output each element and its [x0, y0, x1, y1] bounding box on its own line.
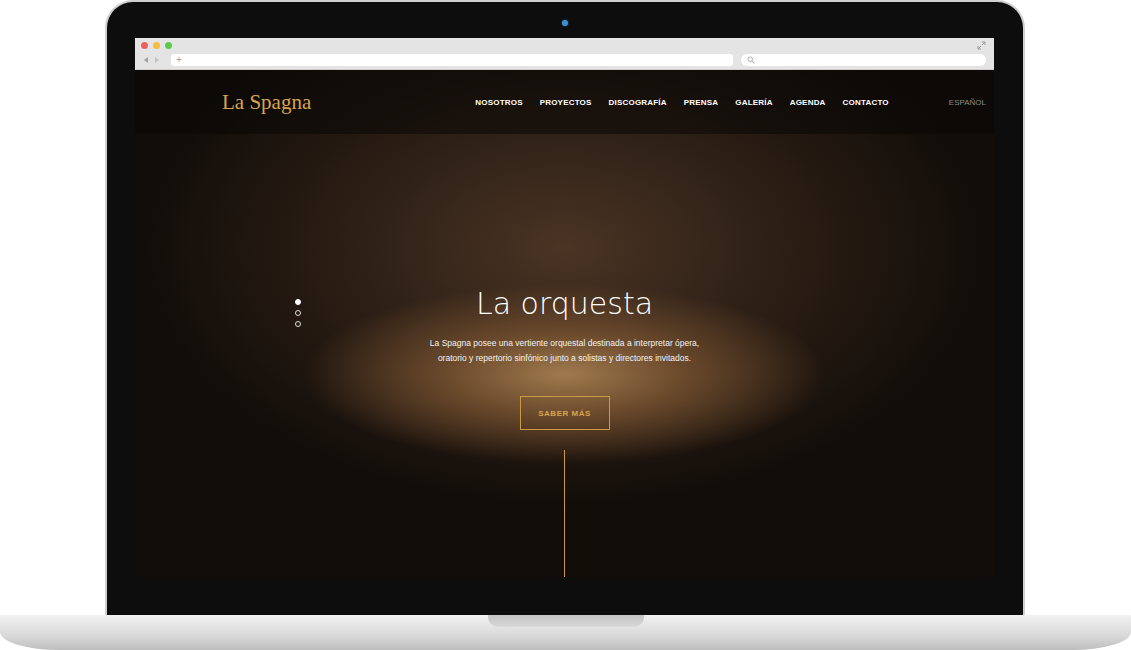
laptop-base — [0, 615, 1131, 650]
back-forward-icon[interactable] — [141, 55, 163, 65]
search-field[interactable] — [741, 54, 986, 66]
minimize-dot-icon[interactable] — [153, 42, 160, 49]
scroll-line — [564, 450, 565, 577]
nav-item[interactable]: PROYECTOS — [540, 98, 592, 107]
screen: + La Spagna NOSOTROS PROYECTOS DISCOGRAFÍA… — [135, 38, 994, 577]
hero: La orquesta La Spagna posee una vertient… — [135, 134, 994, 577]
nav-item[interactable]: GALERÍA — [735, 98, 772, 107]
nav-item[interactable]: NOSOTROS — [475, 98, 522, 107]
hero-text: La Spagna posee una vertiente orquestal … — [415, 336, 715, 366]
laptop: + La Spagna NOSOTROS PROYECTOS DISCOGRAFÍA… — [0, 0, 1131, 650]
magnifier-icon — [747, 56, 755, 64]
language-selector[interactable]: ESPAÑOL — [949, 98, 986, 107]
laptop-bezel: + La Spagna NOSOTROS PROYECTOS DISCOGRAFÍA… — [105, 0, 1025, 615]
saber-mas-button[interactable]: SABER MÁS — [520, 396, 610, 430]
slide-dot[interactable] — [295, 310, 301, 316]
camera-icon — [562, 20, 568, 26]
address-bar[interactable]: + — [171, 54, 733, 66]
logo[interactable]: La Spagna — [222, 90, 311, 115]
site-header: La Spagna NOSOTROS PROYECTOS DISCOGRAFÍA PR… — [135, 70, 994, 134]
mockup-page: + La Spagna NOSOTROS PROYECTOS DISCOGRAFÍA… — [0, 0, 1131, 650]
nav-item[interactable]: CONTACTO — [843, 98, 889, 107]
nav-item[interactable]: PRENSA — [684, 98, 719, 107]
slide-dot[interactable] — [295, 299, 301, 305]
laptop-notch — [488, 615, 644, 627]
nav-item[interactable]: DISCOGRAFÍA — [609, 98, 667, 107]
main-nav: NOSOTROS PROYECTOS DISCOGRAFÍA PRENSA GALERÍ… — [475, 98, 889, 107]
new-tab-button[interactable]: + — [176, 55, 182, 65]
slide-dot[interactable] — [295, 321, 301, 327]
close-dot-icon[interactable] — [141, 42, 148, 49]
hero-title: La orquesta — [476, 285, 653, 323]
expand-icon[interactable] — [977, 41, 986, 50]
slide-dots — [295, 299, 301, 327]
zoom-dot-icon[interactable] — [165, 42, 172, 49]
nav-item[interactable]: AGENDA — [790, 98, 826, 107]
browser-chrome: + — [135, 38, 994, 70]
website: La Spagna NOSOTROS PROYECTOS DISCOGRAFÍA PR… — [135, 70, 994, 577]
